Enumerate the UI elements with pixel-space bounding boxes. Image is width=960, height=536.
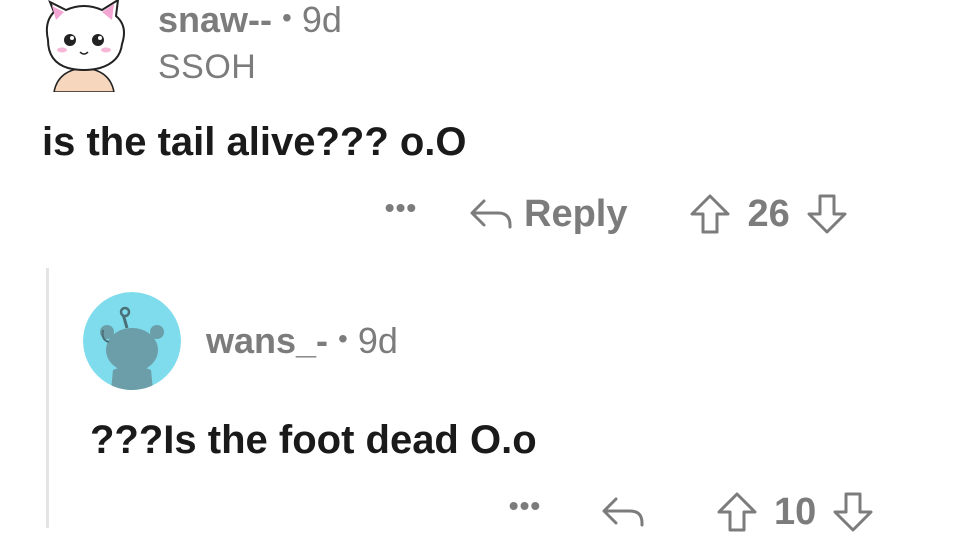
reply-arrow-icon xyxy=(470,199,512,229)
comment-age: 9d xyxy=(301,0,342,40)
more-options-button[interactable]: ••• xyxy=(500,490,550,522)
vote-score: 10 xyxy=(774,490,817,533)
comment-age: 9d xyxy=(357,320,398,361)
reply-label: Reply xyxy=(524,192,628,235)
comment-body: ???Is the foot dead O.o xyxy=(90,418,537,462)
more-options-button[interactable]: ••• xyxy=(372,192,430,224)
meta-separator: • xyxy=(338,323,348,354)
snoo-avatar-icon[interactable] xyxy=(83,292,181,390)
username-link[interactable]: snaw-- xyxy=(158,0,272,41)
meta-separator: • xyxy=(282,2,292,33)
user-flair: SSOH xyxy=(158,48,257,86)
username-link[interactable]: wans_- xyxy=(206,320,328,362)
upvote-button[interactable] xyxy=(689,193,731,235)
comment-meta: snaw-- • 9d xyxy=(158,0,342,40)
downvote-button[interactable] xyxy=(806,193,848,235)
upvote-arrow-icon xyxy=(690,194,730,234)
upvote-arrow-icon xyxy=(717,492,757,532)
reply-button[interactable]: Reply xyxy=(468,193,627,236)
downvote-arrow-icon xyxy=(833,492,873,532)
upvote-button[interactable] xyxy=(716,491,758,533)
comment-actions: ••• Reply 26 xyxy=(372,190,848,238)
reply-button[interactable] xyxy=(600,495,656,529)
comment-meta: wans_- • 9d xyxy=(206,320,398,362)
thread-line[interactable] xyxy=(46,268,49,528)
vote-score: 26 xyxy=(747,192,790,235)
reply-arrow-icon xyxy=(602,497,644,527)
downvote-arrow-icon xyxy=(807,194,847,234)
comment-actions: ••• 10 xyxy=(500,488,874,536)
downvote-button[interactable] xyxy=(832,491,874,533)
cat-avatar-icon[interactable] xyxy=(36,0,132,93)
comment: snaw-- • 9d SSOH is the tail alive??? o.… xyxy=(0,0,960,260)
comment-body: is the tail alive??? o.O xyxy=(42,120,467,164)
